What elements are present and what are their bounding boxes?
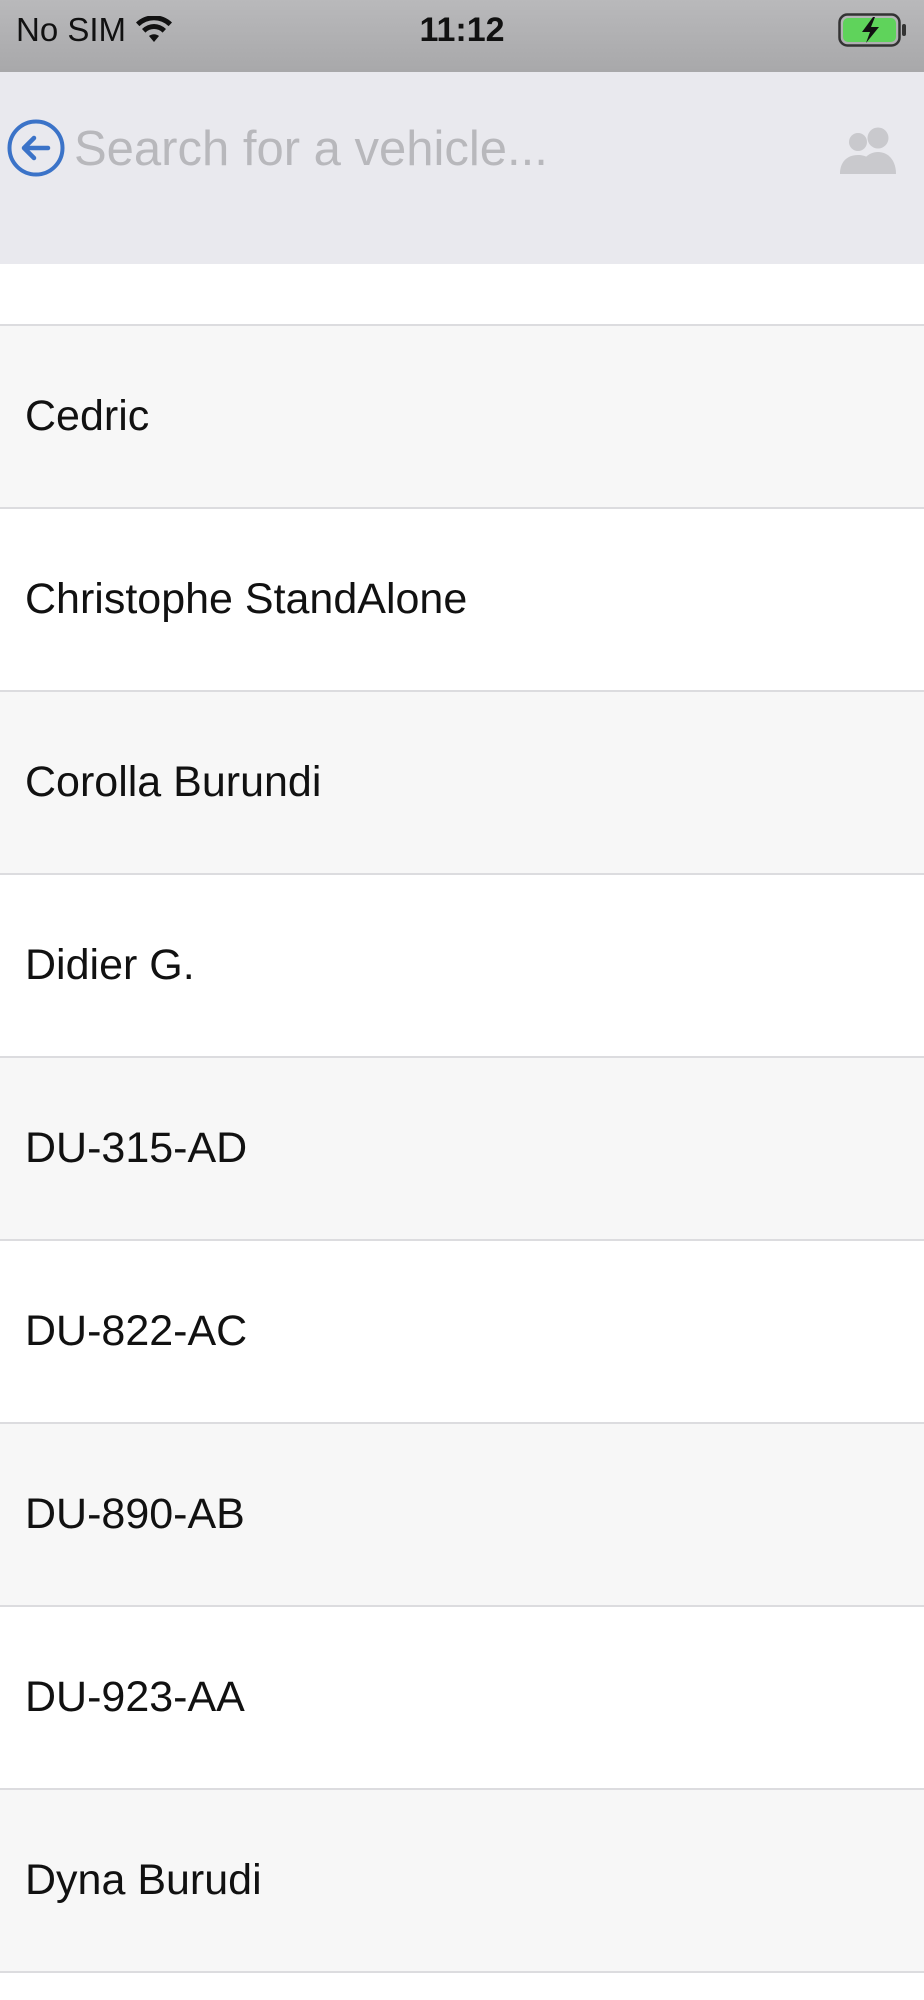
search-input[interactable] [74,112,794,186]
status-time: 11:12 [419,11,505,49]
search-header [0,72,924,264]
status-bar: No SIM 11:12 [0,0,924,72]
vehicle-list-item[interactable]: Christophe StandAlone [0,509,924,692]
vehicle-list-item[interactable]: DU-315-AD [0,1058,924,1241]
people-button[interactable] [836,124,902,178]
battery-charging-icon [838,13,906,47]
vehicle-list-item[interactable]: Dyna Burudi [0,1790,924,1973]
vehicle-list: Cedric Christophe StandAlone Corolla Bur… [0,264,924,1973]
vehicle-list-item[interactable]: DU-890-AB [0,1424,924,1607]
vehicle-search-screen: No SIM 11:12 Search for a vehicle... Ced… [0,0,924,2000]
back-button[interactable] [4,112,68,184]
arrow-left-circle-icon [7,119,65,177]
vehicle-list-item[interactable]: Corolla Burundi [0,692,924,875]
people-group-icon [840,127,896,174]
list-top-spacer [0,264,924,326]
vehicle-list-item[interactable]: Didier G. [0,875,924,1058]
vehicle-list-item[interactable]: DU-822-AC [0,1241,924,1424]
vehicle-list-item[interactable]: Cedric [0,326,924,509]
vehicle-list-item[interactable]: DU-923-AA [0,1607,924,1790]
